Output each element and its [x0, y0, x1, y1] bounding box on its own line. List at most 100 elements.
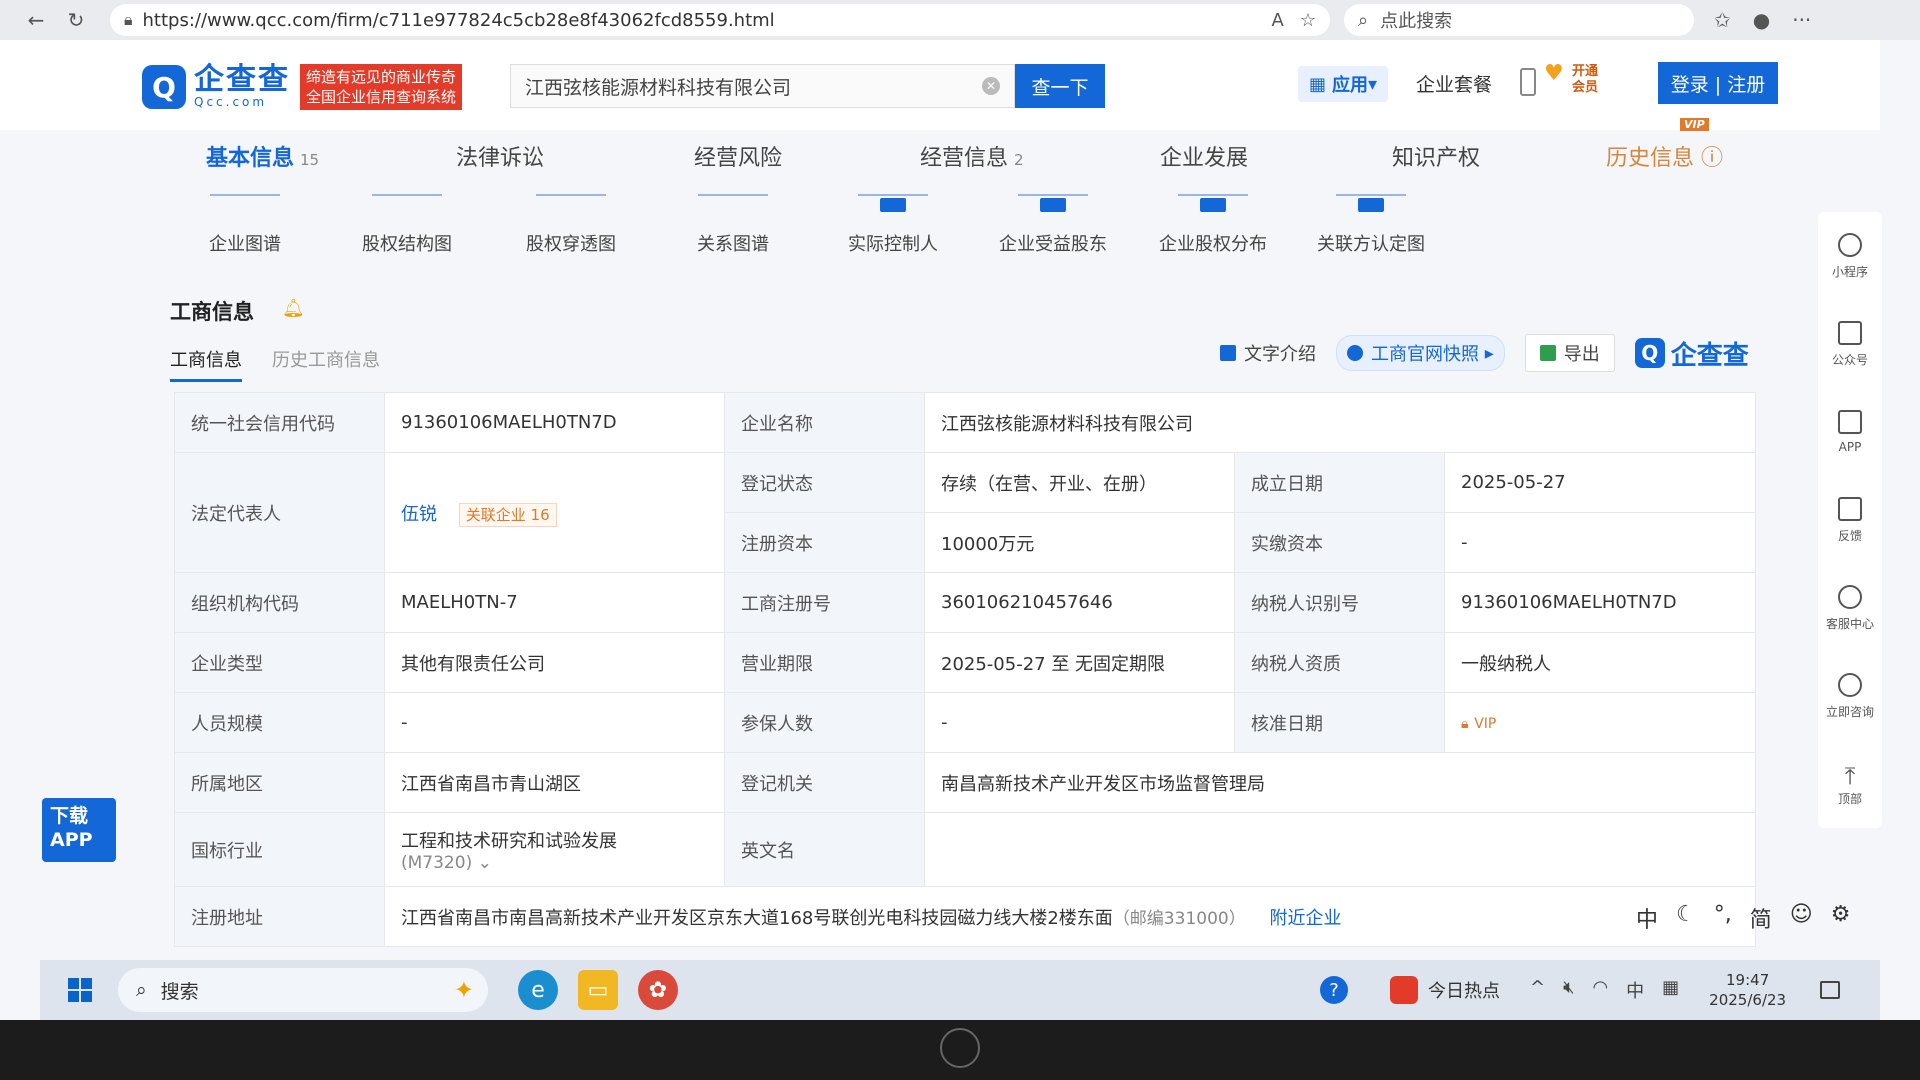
tab-business-risk[interactable]: 经营风险	[694, 140, 782, 172]
app-button[interactable]: APP	[1818, 388, 1882, 476]
file-explorer-icon[interactable]: ▭	[578, 970, 618, 1010]
enterprise-suite-link[interactable]: 企业套餐	[1416, 70, 1492, 97]
approval-vip-text: VIP	[1474, 716, 1497, 732]
search-button[interactable]: 查一下	[1015, 64, 1105, 108]
address-bar[interactable]: 🔒︎ https://www.qcc.com/firm/c711e977824c…	[110, 4, 1330, 36]
notification-icon[interactable]	[1820, 981, 1841, 999]
ime-simplified[interactable]: 简	[1750, 902, 1772, 934]
taskbar-search[interactable]: ⌕ 搜索 ✦	[118, 968, 488, 1012]
app-icon[interactable]: ✿	[638, 970, 678, 1010]
chart-label: 企业股权分布	[1159, 234, 1267, 255]
chevron-down-icon[interactable]: ⌄	[478, 853, 492, 873]
legal-rep-link[interactable]: 伍锐	[401, 504, 437, 525]
related-count: 16	[530, 505, 550, 524]
moon-icon[interactable]: ☾	[1676, 902, 1696, 934]
customer-service-button[interactable]: 客服中心	[1818, 564, 1882, 652]
volume-muted-icon[interactable]: 🔇︎	[1563, 977, 1574, 1003]
rb-label: 顶部	[1837, 791, 1862, 806]
windows-start-icon[interactable]	[68, 978, 92, 1002]
login-register-button[interactable]: 登录 | 注册	[1658, 62, 1778, 104]
founded-value: 2025-05-27	[1444, 452, 1756, 513]
tab-development[interactable]: 企业发展	[1160, 140, 1248, 172]
tab-litigation[interactable]: 法律诉讼	[456, 140, 544, 172]
browser-search[interactable]: ⌕ 点此搜索	[1344, 4, 1694, 36]
export-button[interactable]: 导出	[1524, 334, 1615, 372]
ime-mode[interactable]: 中	[1636, 902, 1658, 934]
company-search-input[interactable]: 江西弦核能源材料科技有限公司 ✕	[510, 64, 1015, 108]
apps-button[interactable]: ▦ 应用 ▾	[1298, 66, 1388, 102]
clock-date: 2025/6/23	[1709, 991, 1787, 1009]
bell-icon[interactable]: 🔔︎	[282, 298, 305, 319]
nearby-companies-link[interactable]: 附近企业	[1269, 908, 1341, 929]
back-to-top-button[interactable]: ⤒ 顶部	[1818, 740, 1882, 828]
screen: ← ↻ 🔒︎ https://www.qcc.com/firm/c711e977…	[0, 0, 1920, 1020]
edge-icon[interactable]: e	[518, 970, 558, 1010]
chart-enterprise-graph[interactable]: 企业图谱	[170, 180, 320, 256]
headset-icon	[1838, 584, 1862, 609]
mobile-icon[interactable]	[1520, 68, 1536, 96]
vip-lock-icon: 🔒︎	[1461, 716, 1469, 732]
chart-relationship[interactable]: 关系图谱	[658, 180, 808, 256]
clock[interactable]: 19:47 2025/6/23	[1709, 970, 1786, 1010]
chart-actual-controller[interactable]: 实际控制人	[818, 180, 968, 256]
official-account-button[interactable]: 公众号	[1818, 300, 1882, 388]
taxpayer-qual-value: 一般纳税人	[1444, 632, 1756, 693]
chart-beneficial-owner[interactable]: 企业受益股东	[978, 180, 1128, 256]
slogan-line2: 全国企业信用查询系统	[306, 88, 457, 106]
reg-capital-value: 10000万元	[924, 512, 1235, 573]
tab-basic-info[interactable]: 基本信息 15	[206, 140, 319, 172]
more-icon[interactable]: ···	[1792, 8, 1811, 32]
tab-business-info[interactable]: 经营信息 2	[920, 140, 1024, 172]
mini-program-button[interactable]: 小程序	[1818, 212, 1882, 300]
cell-label: 注册资本	[724, 512, 925, 573]
settings-icon[interactable]: ⚙	[1831, 902, 1851, 934]
tray-ime[interactable]: 中	[1626, 977, 1644, 1003]
subtab-history-business-info[interactable]: 历史工商信息	[272, 346, 380, 382]
company-name-value: 江西弦核能源材料科技有限公司	[924, 392, 1756, 453]
chart-equity-structure[interactable]: 股权结构图	[332, 180, 482, 256]
hot-news-widget[interactable]: 今日热点	[1390, 976, 1500, 1004]
chart-equity-distribution[interactable]: 企业股权分布	[1138, 180, 1288, 256]
address-cell: 江西省南昌市南昌高新技术产业开发区京东大道168号联创光电科技园磁力线大楼2楼东…	[384, 886, 1756, 947]
staff-value: -	[384, 692, 725, 753]
official-snapshot-button[interactable]: 工商官网快照 ▸	[1336, 335, 1505, 371]
tab-history-info[interactable]: 历史信息 ⓘ	[1606, 140, 1723, 172]
emoji-icon[interactable]: ☺	[1790, 902, 1813, 934]
rb-label: APP	[1838, 440, 1862, 454]
ime-toolbar: 中 ☾ °, 简 ☺ ⚙	[1636, 902, 1850, 934]
tab-ip[interactable]: 知识产权	[1392, 140, 1480, 172]
keyboard-icon[interactable]: ▦	[1662, 977, 1679, 1003]
site-logo[interactable]: Q 企查查 Qcc.com 缔造有远见的商业传奇 全国企业信用查询系统	[142, 64, 463, 110]
chart-equity-penetration[interactable]: 股权穿透图	[496, 180, 646, 256]
org-code-value: MAELH0TN-7	[384, 572, 725, 633]
download-app-button[interactable]: 下载 APP	[42, 798, 116, 862]
punctuation-icon[interactable]: °,	[1714, 902, 1732, 934]
back-icon[interactable]: ←	[20, 4, 52, 36]
table-row: 企业类型 其他有限责任公司 营业期限 2025-05-27 至 无固定期限 纳税…	[174, 632, 1756, 693]
approval-cell[interactable]: 🔒︎ VIP	[1444, 692, 1756, 753]
subtab-business-info[interactable]: 工商信息	[170, 346, 242, 382]
chevron-up-icon[interactable]: ^	[1530, 977, 1545, 1003]
business-info-table: 统一社会信用代码 91360106MAELH0TN7D 企业名称 江西弦核能源材…	[174, 392, 1756, 947]
related-companies-tag[interactable]: 关联企业 16	[458, 502, 557, 527]
rb-label: 立即咨询	[1825, 704, 1874, 719]
consult-button[interactable]: 立即咨询	[1818, 652, 1882, 740]
refresh-icon[interactable]: ↻	[60, 4, 92, 36]
vip-heart-icon: ♥	[1544, 61, 1564, 86]
cell-label: 登记状态	[724, 452, 925, 513]
profile-icon[interactable]: ●	[1753, 8, 1770, 32]
cell-label: 工商注册号	[724, 572, 925, 633]
clear-icon[interactable]: ✕	[982, 77, 1000, 95]
scan-icon	[1838, 320, 1862, 345]
feedback-button[interactable]: 反馈	[1818, 476, 1882, 564]
open-vip-button[interactable]: ♥ 开通 会员	[1544, 63, 1598, 96]
chart-related-party[interactable]: 关联方认定图	[1296, 180, 1446, 256]
tool-label: 工商官网快照	[1371, 344, 1479, 365]
favorite-star-icon[interactable]: ☆	[1300, 10, 1316, 31]
region-value: 江西省南昌市青山湖区	[384, 752, 725, 813]
text-intro-button[interactable]: 文字介绍	[1220, 340, 1316, 366]
wifi-icon[interactable]: ◠	[1592, 977, 1608, 1003]
read-aloud-icon[interactable]: A	[1272, 10, 1284, 31]
favorites-icon[interactable]: ✩	[1714, 8, 1731, 32]
tab-label: 法律诉讼	[456, 146, 545, 171]
